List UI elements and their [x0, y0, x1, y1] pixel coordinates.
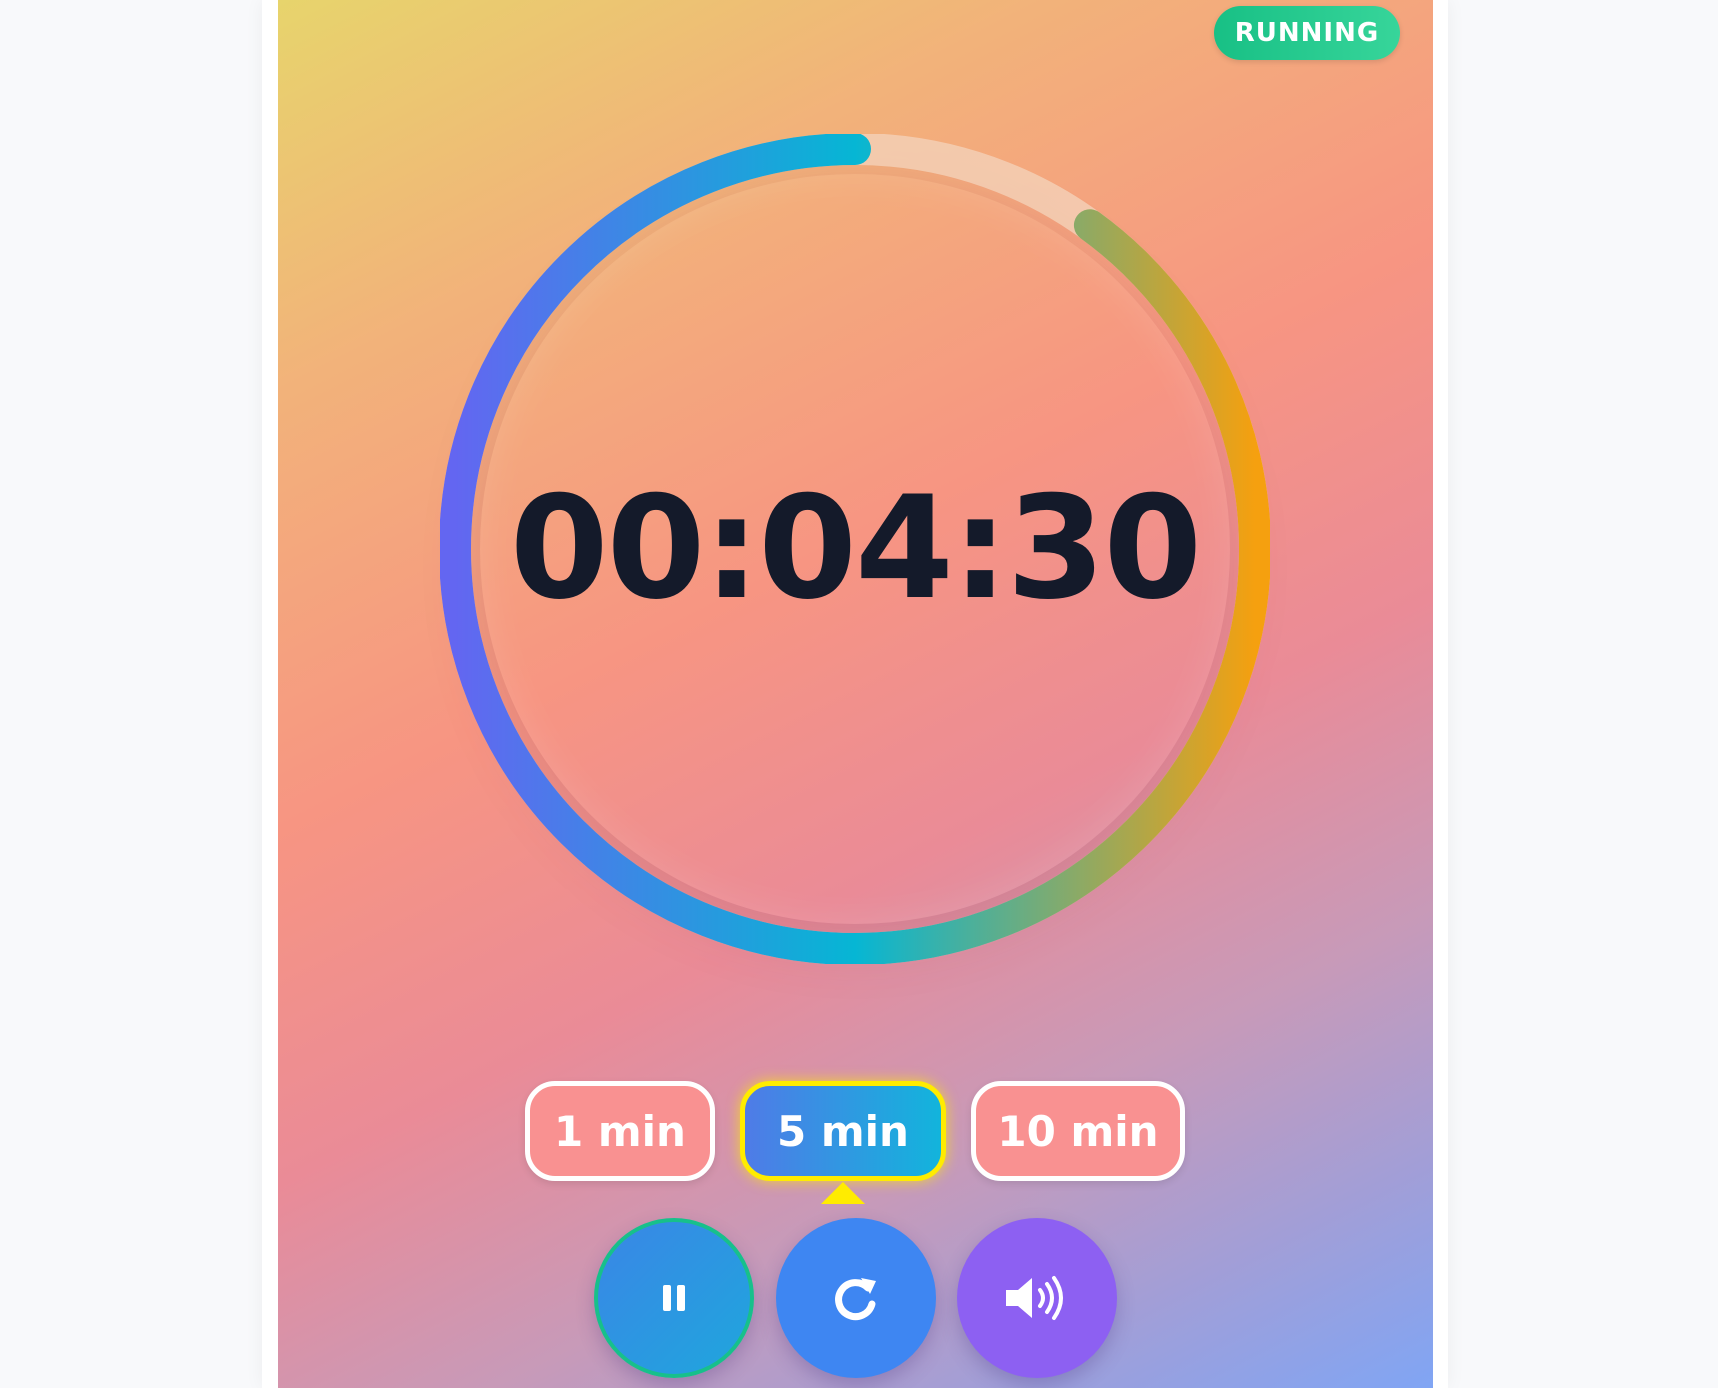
preset-5-min-button[interactable]: 5 min — [740, 1081, 946, 1181]
reset-button[interactable] — [776, 1218, 936, 1378]
preset-10-min-button[interactable]: 10 min — [971, 1081, 1185, 1181]
refresh-icon — [835, 1278, 876, 1321]
selected-preset-indicator — [821, 1182, 865, 1204]
pause-button[interactable] — [594, 1218, 754, 1378]
time-display: 00:04:30 — [509, 466, 1202, 631]
preset-1-min-button[interactable]: 1 min — [525, 1081, 715, 1181]
pause-icon — [663, 1285, 685, 1311]
sound-button[interactable] — [957, 1218, 1117, 1378]
volume-icon — [1006, 1276, 1063, 1320]
status-badge: RUNNING — [1214, 6, 1400, 60]
